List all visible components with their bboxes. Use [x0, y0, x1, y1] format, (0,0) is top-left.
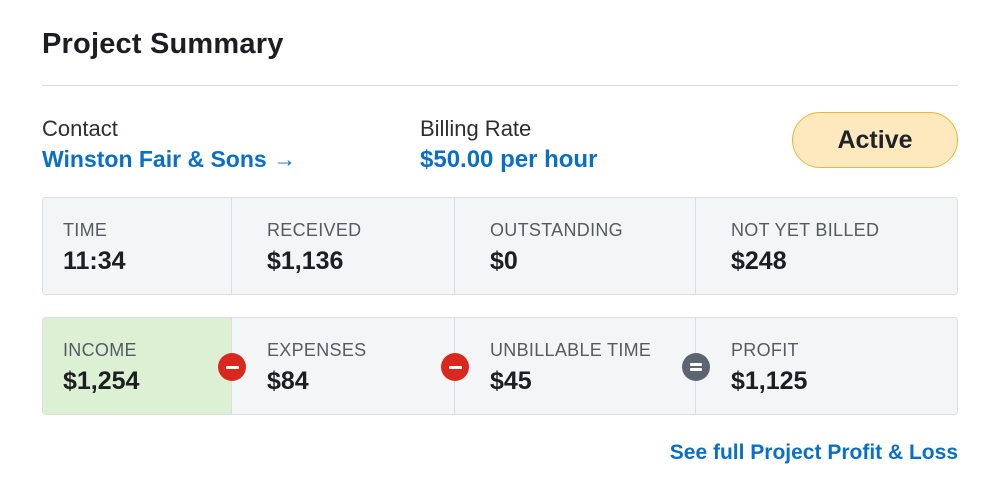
expenses-value: $84 — [267, 367, 309, 395]
billing-rate-link[interactable]: $50.00 per hour — [420, 146, 597, 174]
expenses-cell: EXPENSES $84 — [218, 318, 455, 414]
unbillable-time-value: $45 — [490, 367, 532, 395]
expenses-label: EXPENSES — [267, 340, 367, 360]
profit-loss-link[interactable]: See full Project Profit & Loss — [670, 441, 958, 465]
unbillable-time-label: UNBILLABLE TIME — [490, 340, 652, 360]
income-value: $1,254 — [63, 367, 140, 395]
contact-link[interactable]: Winston Fair & Sons → — [42, 146, 296, 173]
received-cell: RECEIVED $1,136 — [232, 198, 455, 294]
profit-label: PROFIT — [731, 340, 799, 360]
contact-label: Contact — [42, 116, 118, 141]
not-yet-billed-cell: NOT YET BILLED $248 — [696, 198, 957, 294]
received-label: RECEIVED — [267, 220, 362, 240]
time-value: 11:34 — [63, 247, 126, 275]
outstanding-cell: OUTSTANDING $0 — [455, 198, 696, 294]
profit-value: $1,125 — [731, 367, 808, 395]
time-cell: TIME 11:34 — [43, 198, 232, 294]
profit-cell: PROFIT $1,125 — [682, 318, 957, 414]
outstanding-label: OUTSTANDING — [490, 220, 623, 240]
page-title: Project Summary — [42, 28, 284, 60]
equals-icon — [682, 353, 710, 381]
minus-icon — [218, 353, 246, 381]
billing-rate-label: Billing Rate — [420, 116, 532, 141]
not-yet-billed-label: NOT YET BILLED — [731, 220, 880, 240]
received-value: $1,136 — [267, 247, 344, 275]
profit-panel: INCOME $1,254 EXPENSES $84 UNBILLABLE TI… — [42, 317, 958, 415]
income-cell: INCOME $1,254 — [43, 318, 232, 414]
outstanding-value: $0 — [490, 247, 518, 275]
time-label: TIME — [63, 220, 108, 240]
not-yet-billed-value: $248 — [731, 247, 787, 275]
unbillable-time-cell: UNBILLABLE TIME $45 — [441, 318, 696, 414]
summary-panel: TIME 11:34 RECEIVED $1,136 OUTSTANDING $… — [42, 197, 958, 295]
minus-icon — [441, 353, 469, 381]
status-badge: Active — [792, 112, 958, 168]
divider — [42, 85, 958, 86]
income-label: INCOME — [63, 340, 137, 360]
